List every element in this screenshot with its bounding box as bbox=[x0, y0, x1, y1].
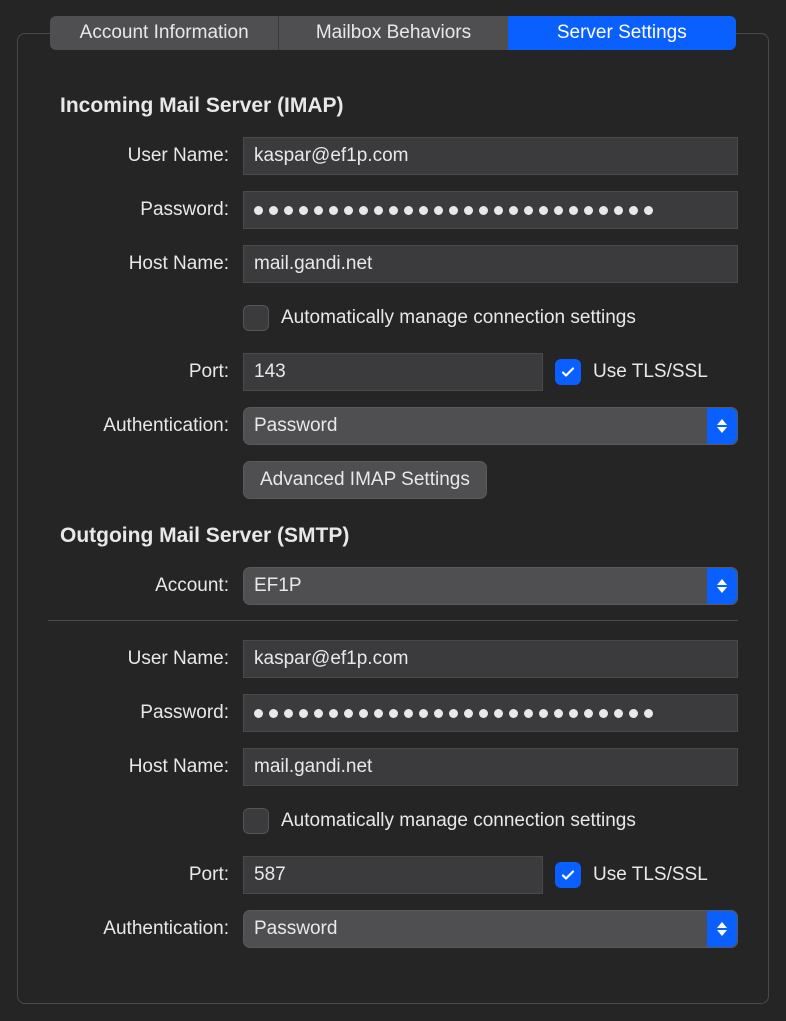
incoming-username-field[interactable] bbox=[243, 137, 738, 175]
server-settings-panel: Incoming Mail Server (IMAP) User Name: P… bbox=[17, 33, 769, 1004]
tab-server-settings[interactable]: Server Settings bbox=[508, 16, 736, 50]
incoming-auth-value: Password bbox=[254, 415, 337, 437]
incoming-heading: Incoming Mail Server (IMAP) bbox=[60, 94, 738, 118]
outgoing-auth-select[interactable]: Password bbox=[243, 910, 738, 948]
outgoing-hostname-field[interactable] bbox=[243, 748, 738, 786]
tab-bar: Account Information Mailbox Behaviors Se… bbox=[50, 16, 736, 50]
incoming-password-field[interactable] bbox=[243, 191, 738, 229]
outgoing-account-select[interactable]: EF1P bbox=[243, 567, 738, 605]
tab-account-information[interactable]: Account Information bbox=[50, 16, 278, 50]
outgoing-hostname-label: Host Name: bbox=[48, 756, 243, 778]
incoming-hostname-label: Host Name: bbox=[48, 253, 243, 275]
incoming-port-label: Port: bbox=[48, 361, 243, 383]
outgoing-username-field[interactable] bbox=[243, 640, 738, 678]
outgoing-auth-value: Password bbox=[254, 918, 337, 940]
outgoing-port-label: Port: bbox=[48, 864, 243, 886]
incoming-use-tls-label: Use TLS/SSL bbox=[593, 361, 708, 383]
outgoing-auto-manage-checkbox[interactable] bbox=[243, 808, 269, 834]
outgoing-port-field[interactable] bbox=[243, 856, 543, 894]
outgoing-auto-manage-label: Automatically manage connection settings bbox=[281, 810, 636, 832]
outgoing-username-label: User Name: bbox=[48, 648, 243, 670]
tab-mailbox-behaviors[interactable]: Mailbox Behaviors bbox=[278, 16, 507, 50]
incoming-auth-label: Authentication: bbox=[48, 415, 243, 437]
outgoing-account-label: Account: bbox=[48, 575, 243, 597]
outgoing-auth-label: Authentication: bbox=[48, 918, 243, 940]
updown-icon bbox=[707, 408, 737, 444]
updown-icon bbox=[707, 568, 737, 604]
incoming-hostname-field[interactable] bbox=[243, 245, 738, 283]
outgoing-password-label: Password: bbox=[48, 702, 243, 724]
updown-icon bbox=[707, 911, 737, 947]
incoming-port-field[interactable] bbox=[243, 353, 543, 391]
incoming-auth-select[interactable]: Password bbox=[243, 407, 738, 445]
outgoing-use-tls-label: Use TLS/SSL bbox=[593, 864, 708, 886]
outgoing-password-field[interactable] bbox=[243, 694, 738, 732]
incoming-auto-manage-label: Automatically manage connection settings bbox=[281, 307, 636, 329]
outgoing-account-value: EF1P bbox=[254, 575, 302, 597]
incoming-use-tls-checkbox[interactable] bbox=[555, 359, 581, 385]
divider bbox=[48, 620, 738, 621]
incoming-password-label: Password: bbox=[48, 199, 243, 221]
outgoing-heading: Outgoing Mail Server (SMTP) bbox=[60, 524, 738, 548]
outgoing-use-tls-checkbox[interactable] bbox=[555, 862, 581, 888]
incoming-auto-manage-checkbox[interactable] bbox=[243, 305, 269, 331]
incoming-username-label: User Name: bbox=[48, 145, 243, 167]
advanced-imap-settings-button[interactable]: Advanced IMAP Settings bbox=[243, 461, 487, 499]
